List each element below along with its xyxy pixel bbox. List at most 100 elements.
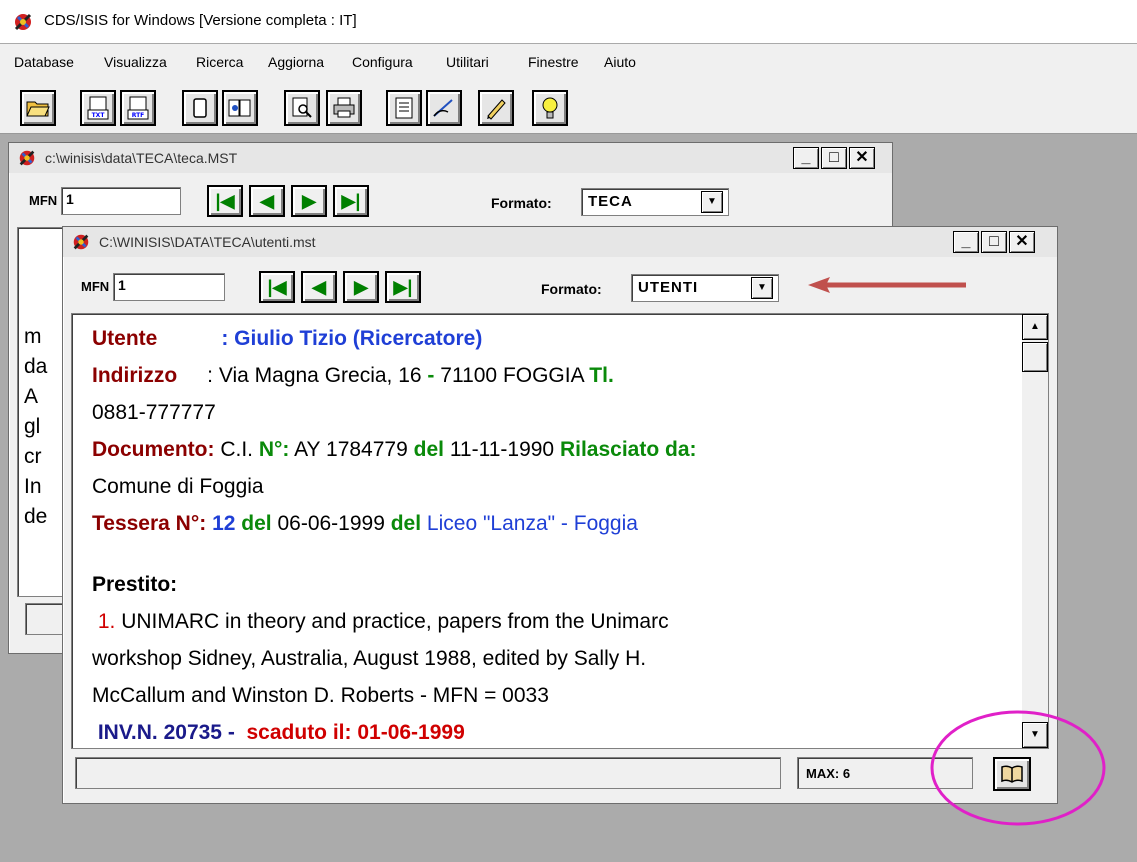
last-record-button[interactable]: ▶| xyxy=(333,185,369,217)
field-value: AY 1784779 xyxy=(294,438,408,461)
record-line-utente: Utente : Giulio Tizio (Ricercatore) xyxy=(92,320,992,357)
mfn-input[interactable]: 1 xyxy=(61,187,181,215)
preview-icon[interactable] xyxy=(284,90,320,126)
record-line-rilasciato: Comune di Foggia xyxy=(92,468,992,505)
menu-bar: Database Visualizza Ricerca Aggiorna Con… xyxy=(0,44,1137,84)
app-root: CDS/ISIS for Windows [Versione completa … xyxy=(0,0,1137,862)
annotation-arrow xyxy=(808,277,966,293)
txt-export-icon[interactable]: TXT xyxy=(80,90,116,126)
partial-line: m xyxy=(24,325,42,348)
window-utenti: C:\WINISIS\DATA\TECA\utenti.mst _ □ ✕ MF… xyxy=(62,226,1058,804)
field-value: : Via Magna Grecia, 16 xyxy=(207,364,422,387)
menu-visualizza[interactable]: Visualizza xyxy=(104,54,167,70)
partial-line: In xyxy=(24,475,42,498)
partial-line: cr xyxy=(24,445,42,468)
annotation-circle xyxy=(930,710,1106,826)
form-icon[interactable] xyxy=(386,90,422,126)
field-value: 0881-777777 xyxy=(92,401,216,424)
scroll-up-button[interactable]: ▲ xyxy=(1022,314,1048,340)
field-label: del xyxy=(241,512,272,535)
prev-record-button[interactable]: ◀ xyxy=(301,271,337,303)
field-value: : Giulio Tizio (Ricercatore) xyxy=(221,327,483,350)
field-value: 12 xyxy=(212,512,236,535)
pencil-icon[interactable] xyxy=(478,90,514,126)
record-line-loan-3: McCallum and Winston D. Roberts - MFN = … xyxy=(92,684,549,707)
mfn-input[interactable]: 1 xyxy=(113,273,225,301)
format-label: Formato: xyxy=(541,281,602,297)
copy-icon[interactable] xyxy=(182,90,218,126)
field-label: del xyxy=(390,512,422,535)
menu-finestre[interactable]: Finestre xyxy=(528,54,579,70)
last-record-button[interactable]: ▶| xyxy=(385,271,421,303)
lightbulb-icon[interactable] xyxy=(532,90,568,126)
maximize-button[interactable]: □ xyxy=(981,231,1007,253)
field-value: 11-11-1990 xyxy=(449,438,555,461)
menu-utilitari[interactable]: Utilitari xyxy=(446,54,489,70)
svg-text:RTF: RTF xyxy=(132,112,145,119)
separator: - xyxy=(427,364,435,387)
field-label: Utente xyxy=(92,327,158,350)
first-record-button[interactable]: |◀ xyxy=(207,185,243,217)
menu-configura[interactable]: Configura xyxy=(352,54,413,70)
status-field xyxy=(25,603,65,635)
prev-record-button[interactable]: ◀ xyxy=(249,185,285,217)
menu-aiuto[interactable]: Aiuto xyxy=(604,54,636,70)
window-utenti-titlebar[interactable]: C:\WINISIS\DATA\TECA\utenti.mst _ □ ✕ xyxy=(63,227,1057,257)
svg-text:TXT: TXT xyxy=(92,112,106,119)
chevron-down-icon[interactable]: ▼ xyxy=(751,277,773,299)
field-label: N°: xyxy=(258,438,290,461)
minimize-button[interactable]: _ xyxy=(953,231,979,253)
partial-line: gl xyxy=(24,415,41,438)
edit-record-icon[interactable] xyxy=(222,90,258,126)
print-icon[interactable] xyxy=(326,90,362,126)
close-button[interactable]: ✕ xyxy=(849,147,875,169)
scroll-thumb[interactable] xyxy=(1022,342,1048,372)
window-teca-titlebar[interactable]: c:\winisis\data\TECA\teca.MST _ □ ✕ xyxy=(9,143,892,173)
chevron-down-icon[interactable]: ▼ xyxy=(701,191,723,213)
partial-line: A xyxy=(24,385,39,408)
app-title: CDS/ISIS for Windows [Versione completa … xyxy=(44,12,357,29)
field-value: Liceo "Lanza" - Foggia xyxy=(426,512,638,535)
mfn-label: MFN xyxy=(81,279,110,294)
next-record-button[interactable]: ▶ xyxy=(343,271,379,303)
record-line-documento: Documento: C.I. N°: AY 1784779 del 11-11… xyxy=(92,431,992,468)
app-logo-icon xyxy=(19,150,35,166)
main-toolbar: TXT RTF xyxy=(0,84,1137,134)
record-line-loan-1: 1. UNIMARC in theory and practice, paper… xyxy=(92,603,992,640)
menu-ricerca[interactable]: Ricerca xyxy=(196,54,243,70)
app-logo-icon xyxy=(14,13,32,31)
minimize-button[interactable]: _ xyxy=(793,147,819,169)
status-message xyxy=(75,757,781,789)
rtf-export-icon[interactable]: RTF xyxy=(120,90,156,126)
record-line-telefono: 0881-777777 xyxy=(92,394,992,431)
menu-database[interactable]: Database xyxy=(14,54,74,70)
due-date: scaduto il: 01-06-1999 xyxy=(246,721,465,744)
field-label: Rilasciato da: xyxy=(559,438,697,461)
hand-edit-icon[interactable] xyxy=(426,90,462,126)
loan-index: 1. xyxy=(97,610,116,633)
field-value: Comune di Foggia xyxy=(92,475,264,498)
menu-aggiorna[interactable]: Aggiorna xyxy=(268,54,324,70)
close-button[interactable]: ✕ xyxy=(1009,231,1035,253)
partial-line: da xyxy=(24,355,48,378)
field-label: del xyxy=(413,438,444,461)
record-line-indirizzo: Indirizzo: Via Magna Grecia, 16 - 71100 … xyxy=(92,357,992,394)
format-label: Formato: xyxy=(491,195,552,211)
record-line-loan-2: workshop Sidney, Australia, August 1988,… xyxy=(92,647,647,670)
window-utenti-title: C:\WINISIS\DATA\TECA\utenti.mst xyxy=(99,234,316,250)
inventory-number: INV.N. 20735 - xyxy=(97,721,235,744)
record-line-prestito: Prestito: xyxy=(92,573,178,596)
record-line-tessera: Tessera N°: 12 del 06-06-1999 del Liceo … xyxy=(92,505,992,542)
record-text: Utente : Giulio Tizio (Ricercatore) Indir… xyxy=(92,320,992,748)
vertical-scrollbar[interactable]: ▲ ▼ xyxy=(1022,314,1048,748)
field-label: Indirizzo xyxy=(92,364,178,387)
maximize-button[interactable]: □ xyxy=(821,147,847,169)
app-logo-icon xyxy=(73,234,89,250)
field-label: Tessera N°: xyxy=(92,512,207,535)
partial-line: de xyxy=(24,505,48,528)
next-record-button[interactable]: ▶ xyxy=(291,185,327,217)
record-display: Utente : Giulio Tizio (Ricercatore) Indir… xyxy=(71,313,1049,749)
first-record-button[interactable]: |◀ xyxy=(259,271,295,303)
open-folder-icon[interactable] xyxy=(20,90,56,126)
field-value: C.I. xyxy=(220,438,254,461)
